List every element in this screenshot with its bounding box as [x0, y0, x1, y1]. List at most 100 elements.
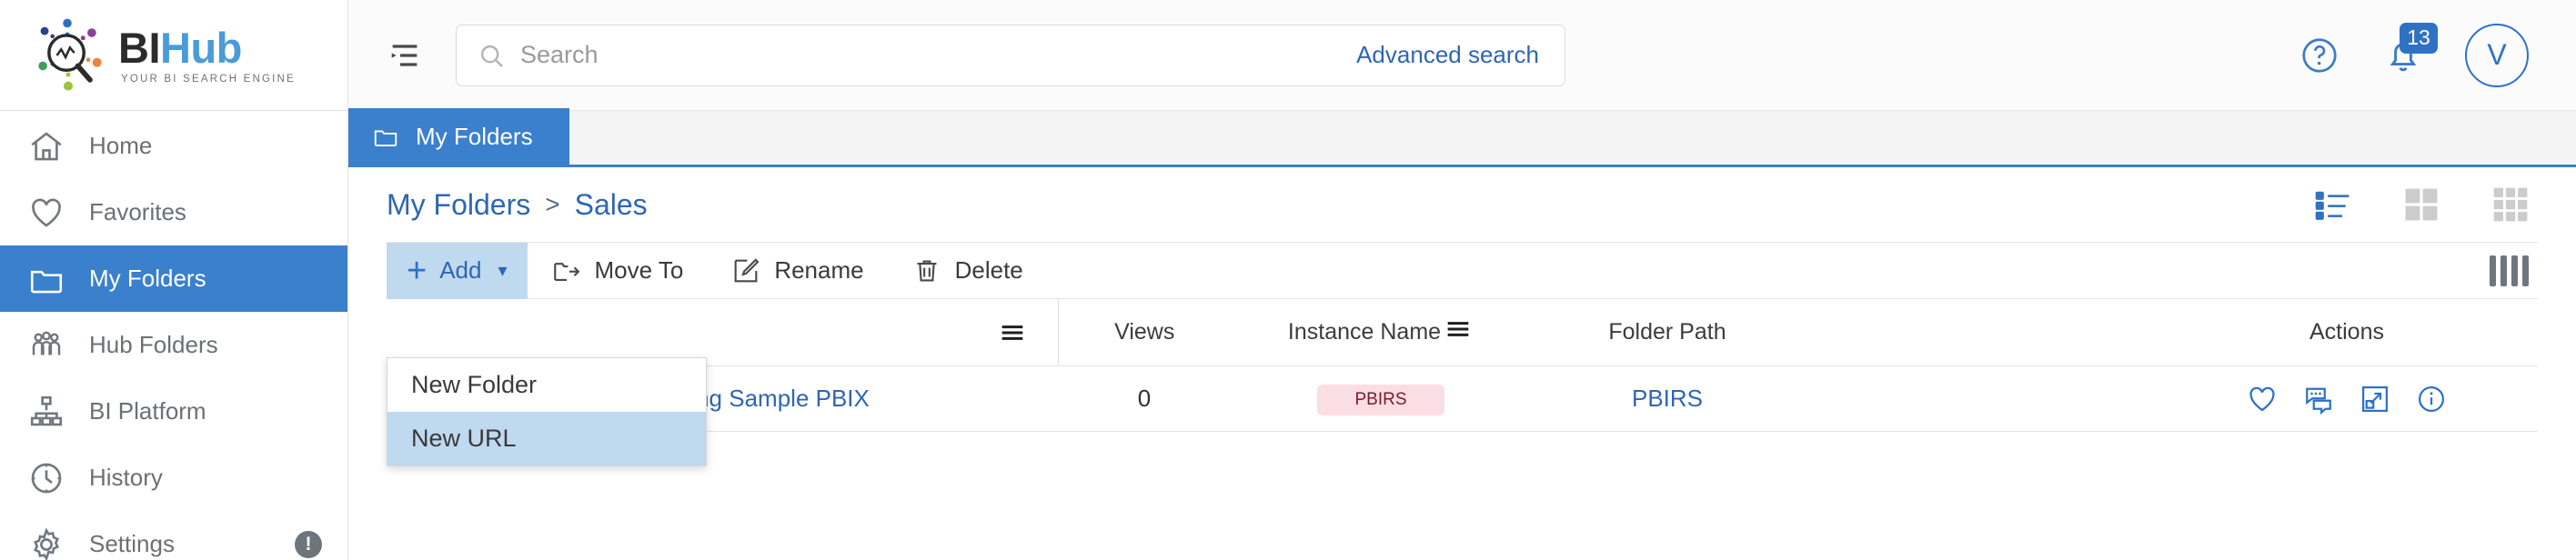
- users-group-icon: [25, 325, 67, 366]
- tab-bar: My Folders: [348, 108, 2576, 167]
- action-toolbar: + Add ▾ Move To Rename Delete: [387, 242, 2538, 299]
- brand-tagline: YOUR BI SEARCH ENGINE: [121, 73, 296, 85]
- sidebar-item-home[interactable]: Home: [0, 113, 347, 179]
- delete-button[interactable]: Delete: [888, 243, 1047, 299]
- tab-label: My Folders: [416, 122, 533, 150]
- table-header-row: Views Instance Name Folder Path Actions: [387, 298, 2538, 366]
- plus-icon: +: [407, 251, 428, 290]
- th-select-all: [387, 298, 458, 366]
- search-icon: [477, 41, 506, 70]
- clock-icon: [25, 457, 67, 499]
- trash-icon: [917, 259, 937, 282]
- add-dropdown-menu: New Folder New URL: [387, 357, 707, 466]
- breadcrumb-item-current[interactable]: Sales: [575, 188, 648, 222]
- tab-my-folders[interactable]: My Folders: [348, 108, 569, 165]
- advanced-search-link[interactable]: Advanced search: [1356, 41, 1539, 69]
- sidebar-item-label: BI Platform: [89, 397, 206, 425]
- home-icon: [25, 125, 67, 167]
- question-circle-icon: [2302, 37, 2337, 73]
- hamburger-filter-icon: [1443, 314, 1474, 351]
- th-name-filter[interactable]: [967, 298, 1059, 366]
- favorite-heart-icon[interactable]: [2246, 383, 2279, 415]
- row-views-cell: 0: [1058, 365, 1231, 432]
- main-area: Advanced search 13 V My Folders M: [348, 0, 2576, 560]
- th-actions: Actions: [2156, 298, 2538, 366]
- settings-alert-badge: !: [295, 530, 322, 558]
- search-bar[interactable]: Advanced search: [456, 24, 1565, 86]
- magnifier-analytics-icon: [38, 18, 102, 91]
- gear-icon: [25, 524, 67, 560]
- sidebar-item-bi-platform[interactable]: BI Platform: [0, 378, 347, 445]
- breadcrumb: My Folders > Sales: [387, 167, 2538, 242]
- sitemap-icon: [25, 391, 67, 433]
- collapse-menu-icon[interactable]: [381, 32, 428, 79]
- sidebar-item-label: Home: [89, 132, 153, 159]
- add-button-label: Add: [439, 256, 482, 284]
- column-resize-icon[interactable]: [2490, 255, 2538, 286]
- hamburger-filter-icon: [967, 317, 1058, 348]
- move-to-button[interactable]: Move To: [528, 243, 708, 299]
- move-folder-icon: [553, 262, 579, 281]
- move-to-label: Move To: [594, 256, 684, 284]
- sidebar-item-favorites[interactable]: Favorites: [0, 179, 347, 245]
- menu-item-new-url[interactable]: New URL: [387, 412, 706, 465]
- th-instance-name[interactable]: Instance Name: [1231, 298, 1531, 366]
- table-row[interactable]: Sales and Marketing Sample PBIX 0 PBIRS …: [387, 365, 2538, 432]
- add-button[interactable]: + Add ▾: [387, 242, 528, 299]
- table-body: Sales and Marketing Sample PBIX 0 PBIRS …: [387, 365, 2538, 432]
- help-button[interactable]: [2298, 34, 2341, 77]
- breadcrumb-item-root[interactable]: My Folders: [387, 188, 530, 222]
- heart-icon: [25, 192, 67, 234]
- th-folder-path[interactable]: Folder Path: [1531, 298, 1804, 366]
- list-view-icon[interactable]: [2312, 185, 2352, 225]
- row-folder-path-cell: PBIRS: [1531, 365, 1804, 432]
- sidebar-item-hub-folders[interactable]: Hub Folders: [0, 312, 347, 378]
- top-bar-actions: 13 V: [2298, 22, 2536, 87]
- table-header: Views Instance Name Folder Path Actions: [387, 298, 2538, 366]
- sidebar: BIHub YOUR BI SEARCH ENGINE Home Favorit…: [0, 0, 348, 560]
- folder-icon: [374, 130, 397, 146]
- search-input[interactable]: [520, 41, 1357, 69]
- th-spacer: [1804, 298, 2156, 366]
- notification-count-badge: 13: [2400, 22, 2438, 54]
- avatar[interactable]: V: [2465, 23, 2529, 87]
- comment-icon[interactable]: [2302, 383, 2335, 415]
- content-area: My Folders > Sales + Add ▾ Move To Renam…: [348, 167, 2576, 560]
- menu-item-new-folder[interactable]: New Folder: [387, 358, 706, 412]
- delete-label: Delete: [954, 256, 1023, 284]
- pencil-square-icon: [734, 257, 760, 282]
- sidebar-item-my-folders[interactable]: My Folders: [0, 245, 347, 312]
- th-views[interactable]: Views: [1058, 298, 1231, 366]
- brand-title: BIHub: [118, 26, 296, 69]
- sidebar-nav: Home Favorites My Folders Hub Folders BI…: [0, 111, 347, 560]
- th-instance-name-label: Instance Name: [1287, 319, 1442, 345]
- folder-icon: [25, 258, 67, 300]
- brand-text: BIHub YOUR BI SEARCH ENGINE: [118, 26, 296, 85]
- open-external-icon[interactable]: [2359, 383, 2391, 415]
- breadcrumb-separator: >: [545, 190, 560, 218]
- sidebar-item-settings[interactable]: Settings !: [0, 511, 347, 560]
- brand-logo[interactable]: BIHub YOUR BI SEARCH ENGINE: [0, 0, 347, 111]
- rename-button[interactable]: Rename: [707, 243, 887, 299]
- notifications-button[interactable]: 13: [2381, 22, 2438, 77]
- info-circle-icon[interactable]: [2415, 383, 2448, 415]
- brand-title-hub: Hub: [160, 23, 242, 72]
- th-name[interactable]: [458, 298, 967, 366]
- app-root: BIHub YOUR BI SEARCH ENGINE Home Favorit…: [0, 0, 2576, 560]
- row-actions-cell: [2156, 365, 2538, 432]
- brand-title-bi: BI: [118, 23, 161, 72]
- sidebar-item-history[interactable]: History: [0, 445, 347, 511]
- items-table: Views Instance Name Folder Path Actions …: [387, 298, 2538, 432]
- sidebar-item-label: Hub Folders: [89, 331, 218, 358]
- row-instance-cell: PBIRS: [1231, 365, 1531, 432]
- sidebar-item-label: History: [89, 464, 163, 491]
- status-badge: PBIRS: [1317, 384, 1444, 415]
- row-spacer-cell: [1804, 365, 2156, 432]
- sidebar-item-label: My Folders: [89, 265, 206, 292]
- top-bar: Advanced search 13 V: [348, 0, 2576, 111]
- grid-view-small-icon[interactable]: [2490, 185, 2531, 225]
- grid-view-large-icon[interactable]: [2401, 185, 2441, 225]
- view-mode-toggles: [2312, 185, 2538, 225]
- folder-path-link[interactable]: PBIRS: [1632, 385, 1703, 412]
- rename-label: Rename: [774, 256, 864, 284]
